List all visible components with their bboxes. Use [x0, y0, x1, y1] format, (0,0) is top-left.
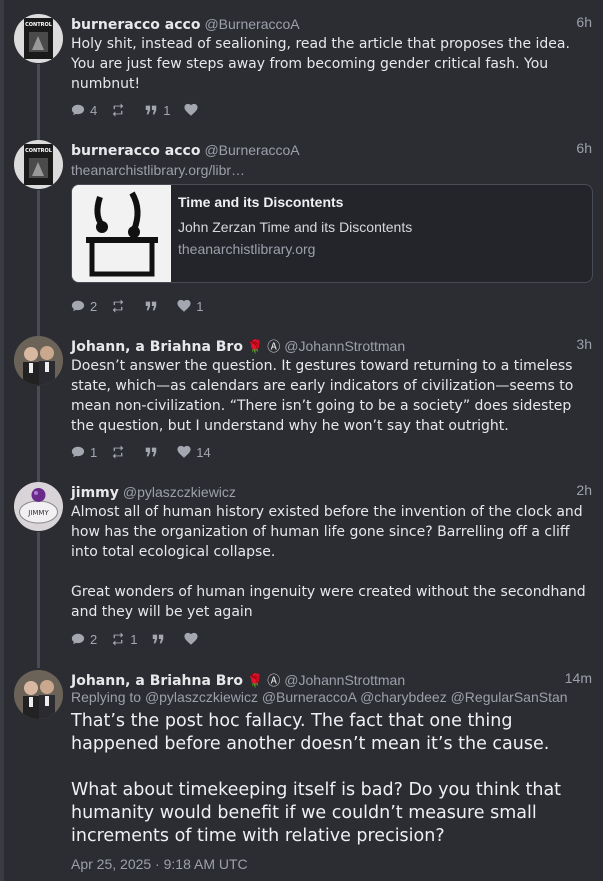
reblog-icon	[111, 299, 125, 313]
post[interactable]: CONTROL burneracco acco @BurneraccoA 6h H…	[14, 14, 594, 140]
left-border	[0, 0, 4, 881]
card-title: Time and its Discontents	[178, 194, 344, 210]
reblog-icon	[111, 632, 125, 646]
thread-line	[37, 64, 40, 140]
post-header: jimmy @pylaszczkiewicz 2h	[71, 482, 594, 502]
reblog-icon	[111, 445, 125, 459]
reply-button[interactable]: 1	[71, 445, 97, 460]
user-handle[interactable]: @JohannStrottman	[284, 672, 405, 688]
card-description: John Zerzan Time and its Discontents	[178, 219, 413, 235]
post-body: Holy shit, instead of sealioning, read t…	[71, 36, 570, 92]
reblog-button[interactable]	[111, 103, 130, 117]
reply-mentions[interactable]: @pylaszczkiewicz @BurneraccoA @charybdee…	[145, 689, 568, 705]
thread-line	[37, 190, 40, 336]
like-button[interactable]: 14	[177, 445, 211, 460]
post-timestamp[interactable]: Apr 25, 2025 · 9:18 AM UTC	[71, 856, 248, 872]
avatar[interactable]	[14, 670, 63, 719]
avatar[interactable]: CONTROL	[14, 14, 63, 63]
post-header: burneracco acco @BurneraccoA 6h	[71, 140, 594, 160]
card-domain: theanarchistlibrary.org	[178, 241, 316, 257]
action-bar: 1 14	[71, 444, 225, 460]
post[interactable]: JIMMY jimmy @pylaszczkiewicz 2h Almost al…	[14, 482, 594, 668]
post[interactable]: Johann, a Briahna Bro 🌹 Ⓐ @JohannStrottman…	[14, 336, 594, 482]
quote-button[interactable]	[144, 299, 163, 313]
quote-button[interactable]: 1	[144, 103, 170, 118]
display-name[interactable]: burneracco acco	[71, 143, 200, 159]
post-focused[interactable]: Johann, a Briahna Bro 🌹 Ⓐ @JohannStrottman…	[14, 670, 594, 875]
post-link[interactable]: theanarchistlibrary.org/libr…	[71, 160, 594, 181]
replying-to: Replying to @pylaszczkiewicz @Burneracco…	[71, 689, 568, 705]
action-bar: 2 1	[71, 631, 217, 647]
link-preview-card[interactable]: Time and its Discontents John Zerzan Tim…	[71, 184, 593, 283]
quote-icon	[151, 632, 165, 646]
like-icon	[177, 299, 191, 313]
reply-button[interactable]: 2	[71, 632, 97, 647]
post[interactable]: CONTROL burneracco acco @BurneraccoA 6h t…	[14, 140, 594, 336]
like-button[interactable]	[184, 632, 203, 646]
name-emoji: 🌹 Ⓐ	[246, 674, 281, 689]
post-time[interactable]: 6h	[576, 14, 592, 30]
post-header: Johann, a Briahna Bro 🌹 Ⓐ @JohannStrottman…	[71, 670, 594, 690]
like-button[interactable]: 1	[177, 299, 203, 314]
action-bar: 2 1	[71, 298, 217, 314]
display-name[interactable]: Johann, a Briahna Bro	[71, 673, 243, 689]
reply-icon	[71, 103, 85, 117]
avatar-text: JIMMY	[27, 509, 49, 517]
post-time[interactable]: 2h	[576, 482, 592, 498]
post-time[interactable]: 6h	[576, 140, 592, 156]
post-body: Almost all of human history existed befo…	[71, 504, 586, 620]
quote-button[interactable]	[144, 445, 163, 459]
like-button[interactable]	[184, 103, 203, 117]
avatar[interactable]	[14, 336, 63, 385]
post-body: Doesn’t answer the question. It gestures…	[71, 358, 574, 434]
avatar[interactable]: JIMMY	[14, 482, 63, 531]
like-icon	[184, 632, 198, 646]
user-handle[interactable]: @JohannStrottman	[284, 338, 405, 354]
like-icon	[184, 103, 198, 117]
action-bar: 4 1	[71, 102, 217, 118]
avatar-text: CONTROL	[25, 148, 53, 154]
card-thumbnail	[72, 185, 171, 282]
display-name[interactable]: Johann, a Briahna Bro	[71, 339, 243, 355]
reply-icon	[71, 299, 85, 313]
reply-button[interactable]: 2	[71, 299, 97, 314]
display-name[interactable]: jimmy	[71, 485, 119, 501]
quote-icon	[144, 445, 158, 459]
name-emoji: 🌹 Ⓐ	[246, 340, 281, 355]
post-header: Johann, a Briahna Bro 🌹 Ⓐ @JohannStrottman…	[71, 336, 594, 356]
quote-button[interactable]	[151, 632, 170, 646]
reblog-button[interactable]	[111, 299, 130, 313]
quote-icon	[144, 299, 158, 313]
display-name[interactable]: burneracco acco	[71, 17, 200, 33]
thread-line	[37, 386, 40, 482]
reply-icon	[71, 632, 85, 646]
replying-label: Replying to	[71, 689, 142, 705]
user-handle[interactable]: @BurneraccoA	[204, 16, 299, 32]
reblog-button[interactable]	[111, 445, 130, 459]
reblog-button[interactable]: 1	[111, 632, 137, 647]
post-header: burneracco acco @BurneraccoA 6h	[71, 14, 594, 34]
avatar-text: CONTROL	[25, 22, 53, 28]
post-body: That’s the post hoc fallacy. The fact th…	[71, 711, 562, 846]
thread-line	[37, 532, 40, 668]
post-time[interactable]: 14m	[565, 670, 592, 686]
like-icon	[177, 445, 191, 459]
user-handle[interactable]: @BurneraccoA	[204, 142, 299, 158]
post-time[interactable]: 3h	[576, 336, 592, 352]
reply-icon	[71, 445, 85, 459]
reply-button[interactable]: 4	[71, 103, 97, 118]
reblog-icon	[111, 103, 125, 117]
avatar[interactable]: CONTROL	[14, 140, 63, 189]
quote-icon	[144, 103, 158, 117]
user-handle[interactable]: @pylaszczkiewicz	[123, 484, 236, 500]
